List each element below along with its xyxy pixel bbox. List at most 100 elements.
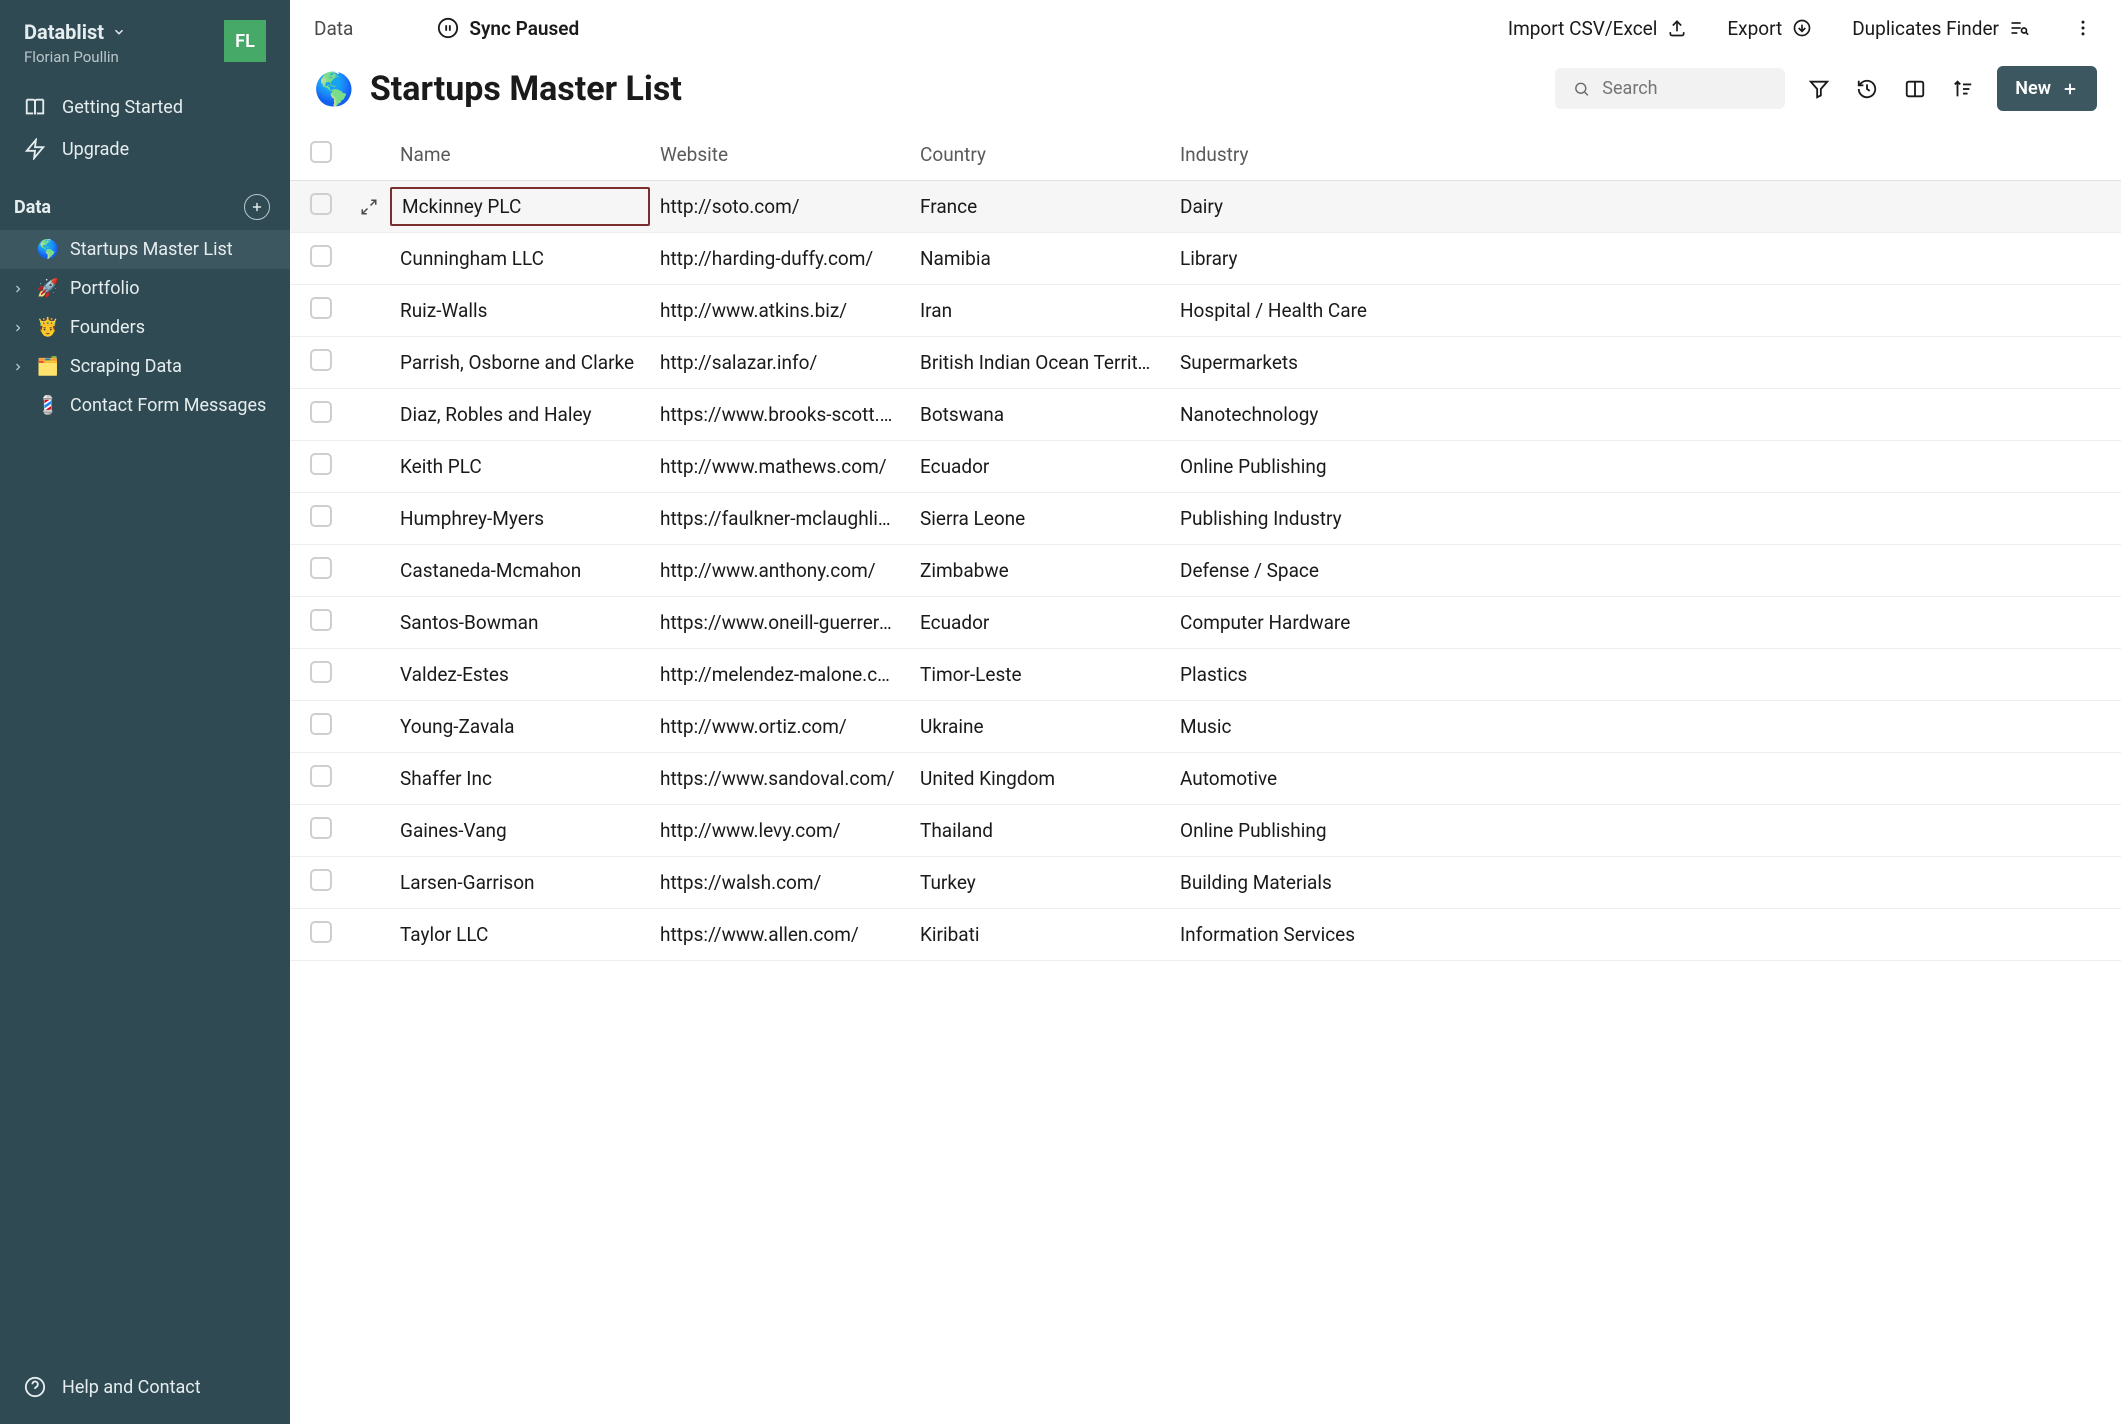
row-checkbox[interactable] [310, 661, 332, 683]
cell-country[interactable]: Ecuador [910, 441, 1170, 493]
cell-website[interactable]: http://www.levy.com/ [650, 805, 910, 857]
cell-industry[interactable]: Computer Hardware [1170, 597, 2121, 649]
cell-name[interactable]: Gaines-Vang [390, 805, 650, 857]
sidebar-item-startups-master-list[interactable]: 🌎Startups Master List [0, 230, 290, 269]
help-contact[interactable]: Help and Contact [24, 1368, 266, 1406]
cell-website[interactable]: http://www.mathews.com/ [650, 441, 910, 493]
cell-country[interactable]: Ukraine [910, 701, 1170, 753]
export-button[interactable]: Export [1727, 17, 1812, 40]
table-row[interactable]: Keith PLChttp://www.mathews.com/EcuadorO… [290, 441, 2121, 493]
table-row[interactable]: Cunningham LLChttp://harding-duffy.com/N… [290, 233, 2121, 285]
cell-industry[interactable]: Online Publishing [1170, 805, 2121, 857]
cell-name[interactable]: Ruiz-Walls [390, 285, 650, 337]
cell-name[interactable]: Larsen-Garrison [390, 857, 650, 909]
table-row[interactable]: Diaz, Robles and Haleyhttps://www.brooks… [290, 389, 2121, 441]
column-header-industry[interactable]: Industry [1170, 129, 2121, 181]
cell-industry[interactable]: Music [1170, 701, 2121, 753]
row-checkbox[interactable] [310, 349, 332, 371]
columns-button[interactable] [1901, 75, 1929, 103]
table-row[interactable]: Mckinney PLChttp://soto.com/FranceDairy [290, 181, 2121, 233]
column-header-country[interactable]: Country [910, 129, 1170, 181]
cell-website[interactable]: https://www.brooks-scott.n... [650, 389, 910, 441]
cell-industry[interactable]: Plastics [1170, 649, 2121, 701]
cell-website[interactable]: http://www.anthony.com/ [650, 545, 910, 597]
cell-name[interactable]: Taylor LLC [390, 909, 650, 961]
row-checkbox[interactable] [310, 297, 332, 319]
cell-country[interactable]: Ecuador [910, 597, 1170, 649]
cell-country[interactable]: Sierra Leone [910, 493, 1170, 545]
filter-button[interactable] [1805, 75, 1833, 103]
table-row[interactable]: Valdez-Esteshttp://melendez-malone.co...… [290, 649, 2121, 701]
row-checkbox[interactable] [310, 245, 332, 267]
cell-industry[interactable]: Library [1170, 233, 2121, 285]
sidebar-item-portfolio[interactable]: 🚀Portfolio [0, 269, 290, 308]
row-checkbox[interactable] [310, 921, 332, 943]
sidebar-item-scraping-data[interactable]: 🗂️Scraping Data [0, 347, 290, 386]
cell-name[interactable]: Mckinney PLC [390, 181, 650, 233]
cell-website[interactable]: http://melendez-malone.co... [650, 649, 910, 701]
row-checkbox[interactable] [310, 505, 332, 527]
sync-status[interactable]: Sync Paused [437, 17, 579, 40]
avatar[interactable]: FL [224, 20, 266, 62]
cell-name[interactable]: Parrish, Osborne and Clarke [390, 337, 650, 389]
cell-name[interactable]: Humphrey-Myers [390, 493, 650, 545]
cell-industry[interactable]: Supermarkets [1170, 337, 2121, 389]
nav-upgrade[interactable]: Upgrade [0, 128, 290, 170]
table-row[interactable]: Castaneda-Mcmahonhttp://www.anthony.com/… [290, 545, 2121, 597]
duplicates-button[interactable]: Duplicates Finder [1852, 17, 2029, 40]
table-row[interactable]: Humphrey-Myershttps://faulkner-mclaughli… [290, 493, 2121, 545]
table-row[interactable]: Shaffer Inchttps://www.sandoval.com/Unit… [290, 753, 2121, 805]
cell-website[interactable]: https://www.oneill-guerrero.... [650, 597, 910, 649]
collection-emoji[interactable]: 🌎 [314, 70, 354, 108]
cell-name[interactable]: Young-Zavala [390, 701, 650, 753]
select-all-checkbox[interactable] [310, 141, 332, 163]
cell-country[interactable]: Thailand [910, 805, 1170, 857]
cell-country[interactable]: Turkey [910, 857, 1170, 909]
nav-getting-started[interactable]: Getting Started [0, 86, 290, 128]
cell-website[interactable]: http://soto.com/ [650, 181, 910, 233]
row-checkbox[interactable] [310, 765, 332, 787]
row-checkbox[interactable] [310, 193, 332, 215]
table-row[interactable]: Santos-Bowmanhttps://www.oneill-guerrero… [290, 597, 2121, 649]
table-row[interactable]: Ruiz-Wallshttp://www.atkins.biz/IranHosp… [290, 285, 2121, 337]
cell-industry[interactable]: Automotive [1170, 753, 2121, 805]
cell-country[interactable]: Botswana [910, 389, 1170, 441]
table-row[interactable]: Taylor LLChttps://www.allen.com/Kiribati… [290, 909, 2121, 961]
search-input[interactable] [1602, 78, 1767, 99]
cell-website[interactable]: http://salazar.info/ [650, 337, 910, 389]
more-menu[interactable] [2069, 14, 2097, 42]
cell-website[interactable]: https://faulkner-mclaughlin.... [650, 493, 910, 545]
table-row[interactable]: Larsen-Garrisonhttps://walsh.com/TurkeyB… [290, 857, 2121, 909]
cell-name[interactable]: Diaz, Robles and Haley [390, 389, 650, 441]
cell-country[interactable]: Namibia [910, 233, 1170, 285]
cell-industry[interactable]: Defense / Space [1170, 545, 2121, 597]
cell-name[interactable]: Castaneda-Mcmahon [390, 545, 650, 597]
workspace-switcher[interactable]: Datablist [24, 20, 126, 44]
cell-website[interactable]: https://walsh.com/ [650, 857, 910, 909]
cell-industry[interactable]: Hospital / Health Care [1170, 285, 2121, 337]
cell-country[interactable]: Zimbabwe [910, 545, 1170, 597]
cell-website[interactable]: https://www.sandoval.com/ [650, 753, 910, 805]
sidebar-item-contact-form-messages[interactable]: 💈Contact Form Messages [0, 386, 290, 425]
cell-country[interactable]: United Kingdom [910, 753, 1170, 805]
history-button[interactable] [1853, 75, 1881, 103]
cell-website[interactable]: http://www.atkins.biz/ [650, 285, 910, 337]
column-header-name[interactable]: Name [390, 129, 650, 181]
row-checkbox[interactable] [310, 401, 332, 423]
cell-industry[interactable]: Building Materials [1170, 857, 2121, 909]
cell-name[interactable]: Keith PLC [390, 441, 650, 493]
cell-name[interactable]: Valdez-Estes [390, 649, 650, 701]
search-box[interactable] [1555, 68, 1785, 109]
cell-country[interactable]: France [910, 181, 1170, 233]
cell-country[interactable]: Timor-Leste [910, 649, 1170, 701]
sidebar-item-founders[interactable]: 🤴Founders [0, 308, 290, 347]
new-button[interactable]: New [1997, 66, 2097, 111]
cell-industry[interactable]: Information Services [1170, 909, 2121, 961]
cell-industry[interactable]: Nanotechnology [1170, 389, 2121, 441]
breadcrumb[interactable]: Data [314, 17, 353, 40]
cell-name[interactable]: Santos-Bowman [390, 597, 650, 649]
row-checkbox[interactable] [310, 453, 332, 475]
row-checkbox[interactable] [310, 713, 332, 735]
cell-industry[interactable]: Dairy [1170, 181, 2121, 233]
row-checkbox[interactable] [310, 869, 332, 891]
